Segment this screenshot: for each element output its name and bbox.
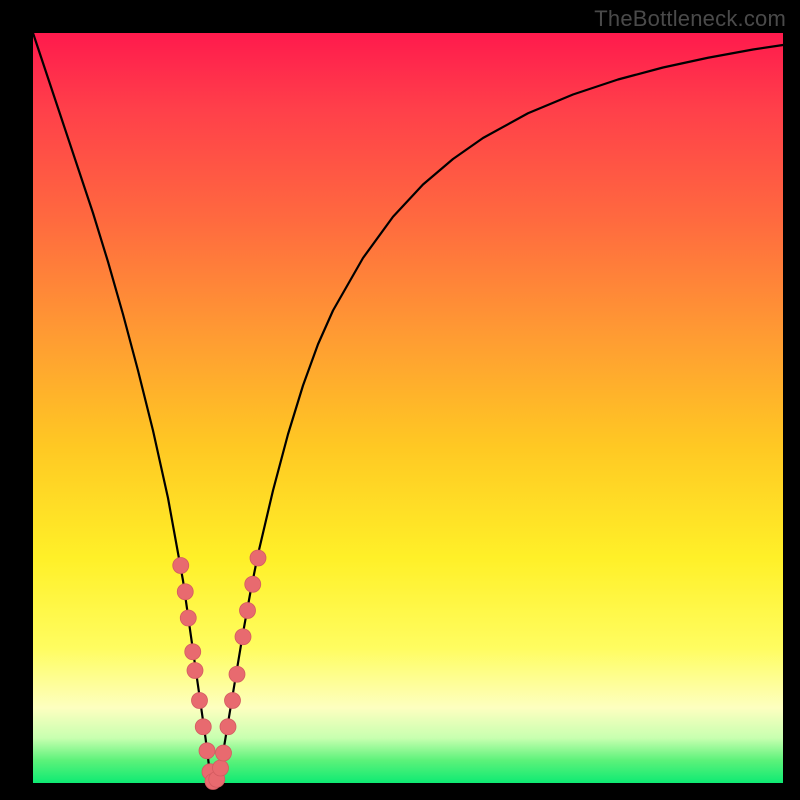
curve-marker xyxy=(177,584,193,600)
chart-svg xyxy=(33,33,783,783)
curve-marker xyxy=(192,693,208,709)
curve-marker xyxy=(180,610,196,626)
curve-marker xyxy=(250,550,266,566)
curve-marker xyxy=(185,644,201,660)
curve-marker xyxy=(220,719,236,735)
bottleneck-curve xyxy=(33,33,783,783)
curve-marker xyxy=(229,666,245,682)
curve-markers xyxy=(173,550,266,790)
curve-marker xyxy=(240,603,256,619)
curve-marker xyxy=(225,693,241,709)
outer-frame: TheBottleneck.com xyxy=(0,0,800,800)
curve-marker xyxy=(235,629,251,645)
curve-marker xyxy=(187,663,203,679)
curve-marker xyxy=(199,743,215,759)
curve-marker xyxy=(245,576,261,592)
curve-marker xyxy=(173,558,189,574)
curve-marker xyxy=(195,719,211,735)
curve-marker xyxy=(216,745,232,761)
curve-marker xyxy=(213,760,229,776)
plot-area xyxy=(33,33,783,783)
watermark-label: TheBottleneck.com xyxy=(594,6,786,32)
